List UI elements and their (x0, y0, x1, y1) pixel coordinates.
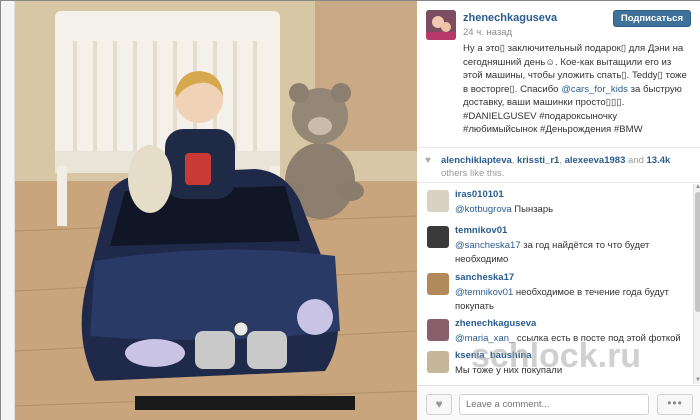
comment-footer: ♥ ••• (417, 385, 700, 420)
follow-button[interactable]: Подписаться (612, 10, 691, 27)
more-options-button[interactable]: ••• (657, 394, 693, 415)
author-avatar[interactable] (426, 10, 456, 40)
comment-text: @temnikov01 необходимое в течение года б… (455, 286, 687, 313)
likes-count[interactable]: 13.4k (647, 155, 671, 166)
comment-mention[interactable]: @kotbugrova (455, 204, 512, 215)
scroll-thumb[interactable] (695, 192, 700, 312)
commenter-avatar[interactable] (427, 226, 449, 248)
comments-scrollbar[interactable]: ▲ ▼ (693, 184, 700, 384)
commenter-avatar[interactable] (427, 319, 449, 341)
photo-illustration (15, 1, 417, 420)
heart-outline-icon: ♥ (435, 397, 443, 411)
scroll-down-arrow-icon[interactable]: ▼ (694, 377, 700, 384)
comment-text: @sancheska17 за год найдётся то что буде… (455, 239, 687, 266)
comment-username[interactable]: ksenia_baushina (455, 350, 532, 361)
likes-others: others like this. (441, 168, 505, 179)
comment-username[interactable]: temnikov01 (455, 225, 507, 236)
comment-mention[interactable]: @temnikov01 (455, 287, 513, 298)
comment-body: Пынзарь (511, 204, 554, 215)
comments-list: iras010101 @kotbugrova Пынзарь temnikov0… (417, 184, 693, 384)
comment-username[interactable]: sancheska17 (455, 272, 514, 283)
comment-text: @maria_xan_ ссылка есть в посте под этой… (455, 332, 687, 346)
left-border (1, 1, 15, 420)
comment-item: zhenechkaguseva @maria_xan_ ссылка есть … (417, 315, 693, 347)
comment-mention[interactable]: @maria_xan_ (455, 333, 514, 344)
likes-and: and (628, 155, 644, 166)
like-user-3[interactable]: alexeeva1983 (565, 155, 626, 166)
comment-item: temnikov01 @sancheska17 за год найдётся … (417, 222, 693, 268)
instagram-post-window: zhenechkaguseva 24 ч. назад Подписаться … (0, 0, 700, 420)
post-header: zhenechkaguseva 24 ч. назад Подписаться … (417, 1, 700, 141)
comment-item: iras010101 @kotbugrova Пынзарь (417, 186, 693, 226)
comment-username[interactable]: iras010101 (455, 189, 504, 200)
heart-icon: ♥ (425, 155, 431, 166)
commenter-avatar[interactable] (427, 273, 449, 295)
caption-mention[interactable]: @cars_for_kids (561, 84, 628, 95)
post-caption: Ну а это▯ заключительный подарок▯ для Дэ… (463, 42, 691, 137)
comment-item: sancheska17 @temnikov01 необходимое в те… (417, 269, 693, 315)
post-photo[interactable] (15, 1, 417, 420)
like-button[interactable]: ♥ (426, 394, 452, 415)
like-user-2[interactable]: krissti_r1 (517, 155, 559, 166)
commenter-avatar[interactable] (427, 190, 449, 212)
commenter-avatar[interactable] (427, 351, 449, 373)
post-timestamp: 24 ч. назад (463, 27, 513, 38)
comment-body: ссылка есть в посте под этой фоткой (514, 333, 681, 344)
like-user-1[interactable]: alenchiklapteva (441, 155, 512, 166)
comment-text: @kotbugrova Пынзарь (455, 203, 687, 217)
comment-body: Мы тоже у них покупали (455, 365, 563, 376)
comment-mention[interactable]: @sancheska17 (455, 240, 521, 251)
comment-text: Мы тоже у них покупали (455, 364, 687, 378)
post-details-panel: zhenechkaguseva 24 ч. назад Подписаться … (417, 1, 700, 420)
comment-item: ksenia_baushina Мы тоже у них покупали (417, 347, 693, 383)
scroll-up-arrow-icon[interactable]: ▲ (694, 184, 700, 191)
comment-username[interactable]: zhenechkaguseva (455, 318, 536, 329)
comment-input[interactable] (459, 394, 649, 415)
likes-section: ♥ alenchiklapteva, krissti_r1, alexeeva1… (417, 147, 700, 183)
author-username[interactable]: zhenechkaguseva (463, 12, 557, 24)
